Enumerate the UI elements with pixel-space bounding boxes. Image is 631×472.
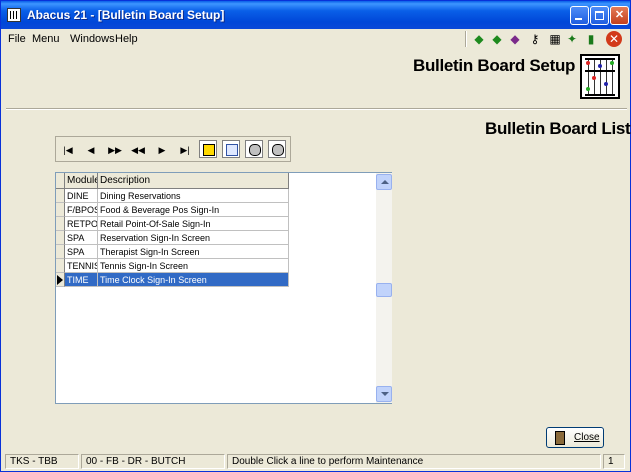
- find-next-icon[interactable]: [268, 140, 286, 158]
- scroll-down-button[interactable]: [376, 386, 392, 402]
- grid-header: Module Description: [56, 173, 289, 189]
- abacus-logo: [580, 54, 620, 99]
- page-title: Bulletin Board Setup: [413, 56, 576, 75]
- table-row[interactable]: SPA Therapist Sign-In Screen: [56, 245, 289, 259]
- previous-page-button[interactable]: ◀◀: [129, 143, 147, 157]
- door-icon: [555, 431, 565, 445]
- status-user: TKS - TBB: [5, 454, 79, 469]
- close-button[interactable]: Close: [546, 427, 604, 448]
- back-arrow-icon[interactable]: ◆: [471, 31, 487, 47]
- menu-windows[interactable]: Windows: [70, 33, 115, 45]
- cell-description: Food & Beverage Pos Sign-In: [98, 203, 289, 217]
- list-title: Bulletin Board List: [485, 119, 631, 138]
- first-record-button[interactable]: |◀: [59, 143, 77, 157]
- cell-module: SPA: [65, 231, 98, 245]
- previous-record-button[interactable]: ◀: [82, 143, 100, 157]
- cell-description: Time Clock Sign-In Screen: [98, 273, 289, 287]
- cell-module: F/BPOS: [65, 203, 98, 217]
- menu-menu[interactable]: Menu: [32, 33, 60, 45]
- close-button-label: Close: [574, 432, 600, 443]
- row-indicator: [56, 273, 65, 287]
- menu-file[interactable]: File: [8, 33, 26, 45]
- cell-description: Reservation Sign-In Screen: [98, 231, 289, 245]
- cell-module: RETPOS: [65, 217, 98, 231]
- row-indicator: [56, 259, 65, 273]
- column-module[interactable]: Module: [65, 173, 98, 189]
- status-location: 00 - FB - DR - BUTCH: [81, 454, 225, 469]
- minimize-icon: [575, 18, 582, 20]
- table-row[interactable]: F/BPOS Food & Beverage Pos Sign-In: [56, 203, 289, 217]
- scroll-thumb[interactable]: [376, 283, 392, 297]
- window-title: Abacus 21 - [Bulletin Board Setup]: [27, 8, 225, 22]
- vertical-scrollbar[interactable]: [376, 173, 392, 403]
- table-row[interactable]: DINE Dining Reservations: [56, 189, 289, 203]
- exit-door-icon[interactable]: ▮: [583, 31, 599, 47]
- table-row[interactable]: SPA Reservation Sign-In Screen: [56, 231, 289, 245]
- row-indicator: [56, 217, 65, 231]
- filter-icon[interactable]: [199, 140, 217, 158]
- cell-module: DINE: [65, 189, 98, 203]
- row-indicator: [56, 203, 65, 217]
- header-indicator: [56, 173, 65, 189]
- minimize-button[interactable]: [570, 6, 589, 25]
- status-bar: TKS - TBB 00 - FB - DR - BUTCH Double Cl…: [3, 453, 628, 470]
- report-icon[interactable]: [222, 140, 240, 158]
- close-red-icon[interactable]: ✕: [606, 31, 622, 47]
- cell-module: TIME: [65, 273, 98, 287]
- app-window: Abacus 21 - [Bulletin Board Setup] ✕ Fil…: [0, 0, 631, 472]
- current-row-pointer-icon: [57, 275, 63, 285]
- next-record-button[interactable]: ▶: [153, 143, 171, 157]
- table-row-selected[interactable]: TIME Time Clock Sign-In Screen: [56, 273, 289, 287]
- last-record-button[interactable]: ▶|: [176, 143, 194, 157]
- running-man-icon[interactable]: ✦: [564, 31, 580, 47]
- table-row[interactable]: TENNIS Tennis Sign-In Screen: [56, 259, 289, 273]
- forward-arrow-icon[interactable]: ◆: [489, 31, 505, 47]
- menu-help[interactable]: Help: [115, 33, 138, 45]
- maximize-icon: [595, 11, 604, 20]
- calculator-icon[interactable]: ▦: [547, 31, 563, 47]
- abacus-app-icon[interactable]: [7, 8, 21, 22]
- header-divider: [6, 108, 627, 110]
- cell-module: SPA: [65, 245, 98, 259]
- status-hint: Double Click a line to perform Maintenan…: [227, 454, 601, 469]
- key-icon[interactable]: ⚷: [527, 31, 543, 47]
- book-icon[interactable]: ◆: [507, 31, 523, 47]
- cell-description: Dining Reservations: [98, 189, 289, 203]
- column-description[interactable]: Description: [98, 173, 289, 189]
- cell-description: Therapist Sign-In Screen: [98, 245, 289, 259]
- find-icon[interactable]: [245, 140, 263, 158]
- cell-module: TENNIS: [65, 259, 98, 273]
- status-page: 1: [603, 454, 625, 469]
- close-window-button[interactable]: ✕: [610, 6, 629, 25]
- scroll-up-button[interactable]: [376, 174, 392, 190]
- next-page-button[interactable]: ▶▶: [106, 143, 124, 157]
- maximize-button[interactable]: [590, 6, 609, 25]
- cell-description: Tennis Sign-In Screen: [98, 259, 289, 273]
- cell-description: Retail Point-Of-Sale Sign-In: [98, 217, 289, 231]
- row-indicator: [56, 189, 65, 203]
- table-row[interactable]: RETPOS Retail Point-Of-Sale Sign-In: [56, 217, 289, 231]
- row-indicator: [56, 245, 65, 259]
- record-navigator: |◀ ◀ ▶▶ ◀◀ ▶ ▶|: [55, 136, 291, 162]
- title-bar[interactable]: Abacus 21 - [Bulletin Board Setup] ✕: [1, 1, 630, 29]
- toolbar-separator: [465, 31, 467, 47]
- bulletin-board-grid[interactable]: Module Description DINE Dining Reservati…: [55, 172, 392, 404]
- row-indicator: [56, 231, 65, 245]
